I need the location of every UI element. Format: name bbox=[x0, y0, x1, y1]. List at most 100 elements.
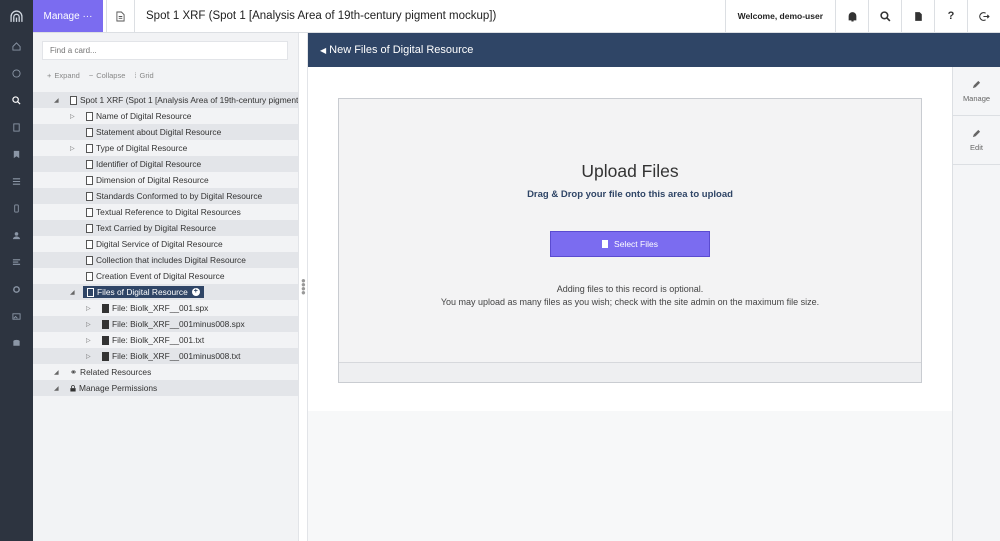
tree-item-label: Related Resources bbox=[80, 367, 152, 377]
card-search-input[interactable] bbox=[42, 41, 288, 60]
bell-icon[interactable] bbox=[835, 0, 868, 32]
expand-label: Expand bbox=[54, 71, 80, 80]
home-icon[interactable] bbox=[0, 33, 33, 60]
link-icon: ⚭ bbox=[70, 367, 78, 377]
tree-file-label: File: Biolk_XRF__001.spx bbox=[112, 303, 209, 313]
help-icon[interactable]: ? bbox=[934, 0, 967, 32]
manage-panel-button[interactable]: Manage bbox=[953, 67, 1000, 116]
caret-right-icon[interactable]: ▷ bbox=[86, 305, 91, 312]
image-icon[interactable] bbox=[0, 303, 33, 330]
tree-file-item[interactable]: ▷ File: Biolk_XRF__001.spx bbox=[33, 300, 298, 316]
main-header: ◀ New Files of Digital Resource bbox=[308, 33, 1000, 67]
tree-item-label: Collection that includes Digital Resourc… bbox=[96, 255, 246, 265]
tree-file-item[interactable]: ▷ File: Biolk_XRF__001minus008.spx bbox=[33, 316, 298, 332]
tree-item[interactable]: Creation Event of Digital Resource bbox=[33, 268, 298, 284]
drag-handle-icon[interactable]: ● ● ● ● bbox=[301, 277, 306, 297]
caret-down-icon[interactable]: ◢ bbox=[54, 97, 59, 104]
welcome-user[interactable]: Welcome, demo-user bbox=[724, 0, 835, 32]
tree-tools: + Expand − Collapse ⁞ Grid bbox=[47, 71, 154, 80]
file-icon bbox=[602, 240, 609, 248]
upload-note-limit: You may upload as many files as you wish… bbox=[440, 297, 820, 307]
database-icon[interactable] bbox=[0, 330, 33, 357]
file-icon bbox=[86, 207, 93, 217]
tree-file-item[interactable]: ▷ File: Biolk_XRF__001.txt bbox=[33, 332, 298, 348]
tree-item[interactable]: Identifier of Digital Resource bbox=[33, 156, 298, 172]
logout-icon[interactable] bbox=[967, 0, 1000, 32]
tree-item[interactable]: Standards Conformed to by Digital Resour… bbox=[33, 188, 298, 204]
grid-button[interactable]: ⁞ Grid bbox=[134, 71, 153, 80]
select-files-label: Select Files bbox=[614, 239, 658, 249]
top-bar: Manage ··· Spot 1 XRF (Spot 1 [Analysis … bbox=[33, 0, 1000, 33]
caret-right-icon[interactable]: ▷ bbox=[86, 353, 91, 360]
file-icon bbox=[102, 303, 109, 313]
tree-item-related[interactable]: ◢ ⚭ Related Resources bbox=[33, 364, 298, 380]
search-icon[interactable] bbox=[868, 0, 901, 32]
expand-button[interactable]: + Expand bbox=[47, 71, 80, 80]
add-icon[interactable]: + bbox=[191, 288, 200, 296]
tree-item-label: Textual Reference to Digital Resources bbox=[96, 207, 241, 217]
collapse-button[interactable]: − Collapse bbox=[89, 71, 126, 80]
file-icon bbox=[86, 239, 93, 249]
selected-node[interactable]: Files of Digital Resource + bbox=[83, 286, 204, 298]
back-chevron-icon[interactable]: ◀ bbox=[320, 46, 326, 55]
edit-panel-button[interactable]: Edit bbox=[953, 116, 1000, 165]
tree-item-label: Type of Digital Resource bbox=[96, 143, 188, 153]
tree-file-item[interactable]: ▷ File: Biolk_XRF__001minus008.txt bbox=[33, 348, 298, 364]
tree-item-label: Digital Service of Digital Resource bbox=[96, 239, 223, 249]
notebook-icon[interactable] bbox=[0, 114, 33, 141]
tree-item-label: Text Carried by Digital Resource bbox=[96, 223, 217, 233]
upload-dropzone[interactable]: Upload Files Drag & Drop your file onto … bbox=[338, 98, 922, 383]
list-icon[interactable] bbox=[0, 168, 33, 195]
file-icon bbox=[87, 287, 94, 297]
search-icon[interactable] bbox=[0, 87, 33, 114]
report-icon[interactable] bbox=[0, 249, 33, 276]
tree-item[interactable]: ▷ Type of Digital Resource bbox=[33, 140, 298, 156]
tree-item[interactable]: Text Carried by Digital Resource bbox=[33, 220, 298, 236]
edit-panel-label: Edit bbox=[970, 142, 983, 152]
caret-right-icon[interactable]: ▷ bbox=[86, 321, 91, 328]
file-icon bbox=[86, 143, 93, 153]
pencil-icon bbox=[972, 129, 981, 137]
tree-item[interactable]: Dimension of Digital Resource bbox=[33, 172, 298, 188]
card-tree: ◢ Spot 1 XRF (Spot 1 [Analysis Area of 1… bbox=[33, 92, 298, 396]
card-body: Upload Files Drag & Drop your file onto … bbox=[308, 67, 952, 411]
caret-right-icon[interactable]: ▷ bbox=[86, 337, 91, 344]
caret-down-icon[interactable]: ◢ bbox=[54, 369, 59, 376]
user-icon[interactable] bbox=[0, 222, 33, 249]
settings-icon[interactable] bbox=[0, 276, 33, 303]
dashboard-icon[interactable] bbox=[0, 60, 33, 87]
pencil-icon bbox=[972, 80, 981, 88]
caret-right-icon[interactable]: ▷ bbox=[70, 145, 75, 152]
tree-item[interactable]: Textual Reference to Digital Resources bbox=[33, 204, 298, 220]
panel-splitter[interactable]: ● ● ● ● bbox=[298, 33, 308, 541]
tree-file-label: File: Biolk_XRF__001.txt bbox=[112, 335, 205, 345]
bookmark-icon[interactable] bbox=[0, 141, 33, 168]
document-icon[interactable] bbox=[901, 0, 934, 32]
file-icon bbox=[86, 111, 93, 121]
mobile-icon[interactable] bbox=[0, 195, 33, 222]
select-files-button[interactable]: Select Files bbox=[550, 231, 710, 257]
manage-panel-label: Manage bbox=[962, 93, 991, 103]
tree-item-label: Identifier of Digital Resource bbox=[96, 159, 202, 169]
tree-item-files[interactable]: ◢ Files of Digital Resource + bbox=[33, 284, 298, 300]
app-logo-icon[interactable] bbox=[0, 0, 33, 33]
caret-right-icon[interactable]: ▷ bbox=[70, 113, 75, 120]
tree-item[interactable]: ▷ Name of Digital Resource bbox=[33, 108, 298, 124]
tree-file-label: File: Biolk_XRF__001minus008.spx bbox=[112, 319, 245, 329]
caret-down-icon[interactable]: ◢ bbox=[70, 289, 75, 296]
file-icon bbox=[70, 95, 77, 105]
tree-item-label: Statement about Digital Resource bbox=[96, 127, 222, 137]
file-icon bbox=[86, 191, 93, 201]
document-icon bbox=[116, 11, 125, 21]
document-toggle-button[interactable] bbox=[106, 0, 135, 32]
tree-item[interactable]: Statement about Digital Resource bbox=[33, 124, 298, 140]
tree-root[interactable]: ◢ Spot 1 XRF (Spot 1 [Analysis Area of 1… bbox=[33, 92, 298, 108]
file-icon bbox=[102, 335, 109, 345]
caret-down-icon[interactable]: ◢ bbox=[54, 385, 59, 392]
tree-item-permissions[interactable]: ◢ Manage Permissions bbox=[33, 380, 298, 396]
tree-item[interactable]: Digital Service of Digital Resource bbox=[33, 236, 298, 252]
tree-item-label: Name of Digital Resource bbox=[96, 111, 192, 121]
manage-menu-button[interactable]: Manage ··· bbox=[33, 0, 103, 32]
tree-item[interactable]: Collection that includes Digital Resourc… bbox=[33, 252, 298, 268]
nav-rail bbox=[0, 0, 33, 541]
